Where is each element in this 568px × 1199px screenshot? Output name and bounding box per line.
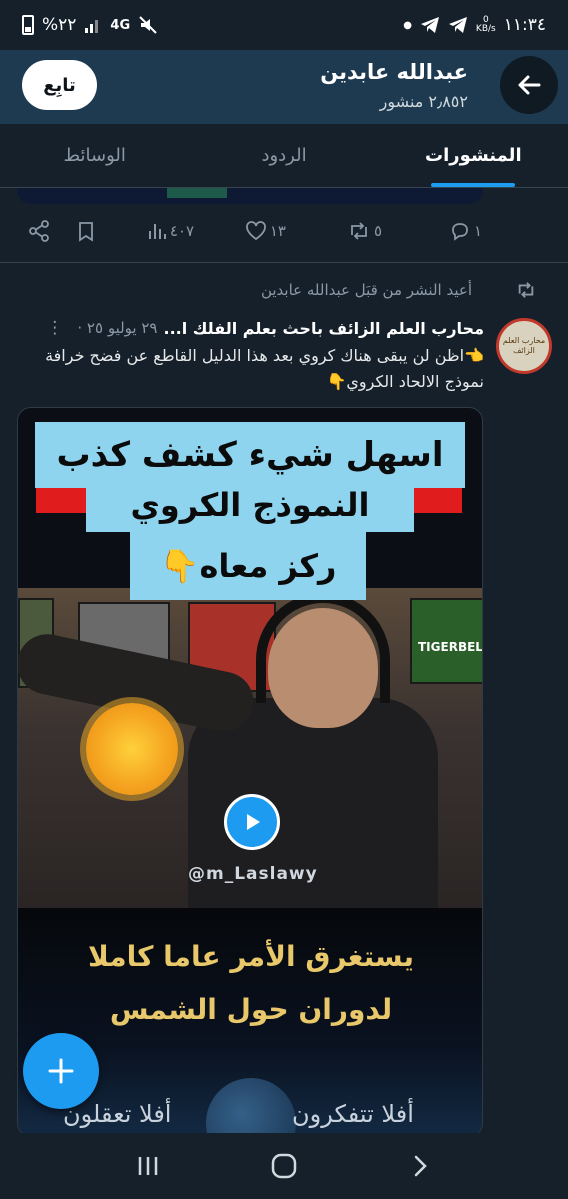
poster-text: TIGERBEL [418,640,483,654]
twitter-profile-page: %٢٢ 4G ● 0 KB/s ١١:٣٤ عبدالله عابدين ٢٫٨… [0,0,568,1199]
retweet-text: أعيد النشر من قبَل عبدالله عابدين [260,281,472,299]
tab-posts[interactable]: المنشورات [379,124,568,187]
dot-icon: ● [403,19,412,31]
share-icon [29,220,49,242]
more-options-icon[interactable]: ⋮ [46,318,63,338]
compose-button[interactable] [23,1033,99,1109]
bookmark-button[interactable] [76,220,96,242]
signal-icon [85,20,99,33]
bookmark-icon [79,222,93,242]
like-count: ١٣ [269,222,286,240]
tweet-header: محارب العلم الزائف باحث بعلم الفلك ا... … [18,316,484,340]
recent-apps-button[interactable] [118,1136,178,1196]
tab-media-label: الوسائط [63,145,126,166]
previous-tweet-media[interactable] [17,188,483,204]
play-button[interactable] [224,794,280,850]
status-right: ● 0 KB/s ١١:٣٤ [403,15,546,35]
retweeted-by[interactable]: أعيد النشر من قبَل عبدالله عابدين [20,276,546,304]
net-speed: 0 KB/s [476,16,496,34]
tab-posts-label: المنشورات [425,145,522,166]
play-icon [247,814,260,830]
retweet-indicator [506,280,546,300]
video-text-line-2: لدوران حول الشمس [109,993,393,1026]
plus-icon [48,1058,74,1084]
profile-tabs: المنشورات الردود الوسائط [0,124,568,188]
telegram-icon-2 [448,17,467,33]
views-count: ٤٠٧ [169,222,194,240]
home-button[interactable] [254,1136,314,1196]
recent-apps-icon [138,1157,158,1175]
share-button[interactable] [28,220,50,242]
video-watermark: @m_Laslawy [188,864,318,884]
tab-replies-label: الردود [261,145,307,166]
like-button[interactable]: ١٣ [245,220,286,242]
retweet-count: ٥ [373,222,382,240]
chevron-icon [414,1155,427,1177]
reply-icon [452,223,468,241]
post-count: ٢٫٨٥٢ منشور [379,92,468,111]
tweet-text: 👈اظن لن يبقى هناك كروي بعد هذا الدليل ال… [45,346,484,391]
reply-count: ١ [473,222,482,240]
video-bottom-text-right: أفلا تتفكرون [292,1100,414,1128]
status-bar: %٢٢ 4G ● 0 KB/s ١١:٣٤ [0,0,568,50]
caption-line-3: ركز معاه👇 [130,532,366,600]
tweet-author[interactable]: محارب العلم الزائف باحث بعلم الفلك ا... [163,319,484,338]
profile-name: عبدالله عابدين [320,60,468,84]
video-scene: TIGERBEL [18,588,483,908]
network-type: 4G [110,17,131,33]
caption-line-2: النموذج الكروي [86,478,414,532]
previous-tweet-actions: ١ ٥ ١٣ ٤٠٧ [0,214,568,254]
retweet-small-icon [518,282,534,298]
speed-unit: KB/s [475,24,496,34]
tab-media[interactable]: الوسائط [0,124,189,187]
follow-button[interactable]: تابِع [22,60,97,110]
tweet-divider [0,262,568,263]
arrow-back-icon [518,75,541,95]
headphones [256,593,390,703]
retweet-button[interactable]: ٥ [347,220,382,242]
sun-icon [86,703,178,795]
views-icon [148,224,166,239]
clock: ١١:٣٤ [503,15,546,35]
telegram-icon [420,17,439,33]
tab-replies[interactable]: الردود [189,124,378,187]
views-button[interactable]: ٤٠٧ [147,220,194,242]
avatar[interactable]: محارب العلم الزائف [496,318,552,374]
video-text-line-1: يستغرق الأمر عاما كاملا [87,940,415,973]
battery-percent: %٢٢ [42,15,77,35]
profile-header: عبدالله عابدين ٢٫٨٥٢ منشور تابِع [0,50,568,124]
tweet-date[interactable]: ٢٩ يوليو ٢٥ · [77,319,157,337]
mute-icon [139,16,157,34]
battery-icon [22,15,34,35]
android-nav-bar [0,1133,568,1199]
avatar-text: محارب العلم الزائف [502,336,546,355]
heart-icon [245,221,266,241]
home-icon [271,1153,297,1179]
retweet-icon [351,222,367,240]
reply-button[interactable]: ١ [449,220,482,242]
back-button[interactable] [500,56,558,114]
tab-indicator [431,183,516,187]
tweet-media-video[interactable]: TIGERBEL اسهل شيء كشف كذب النموذج الكروي… [17,407,483,1137]
nav-back-button[interactable] [390,1136,450,1196]
status-left: %٢٢ 4G [22,15,158,35]
